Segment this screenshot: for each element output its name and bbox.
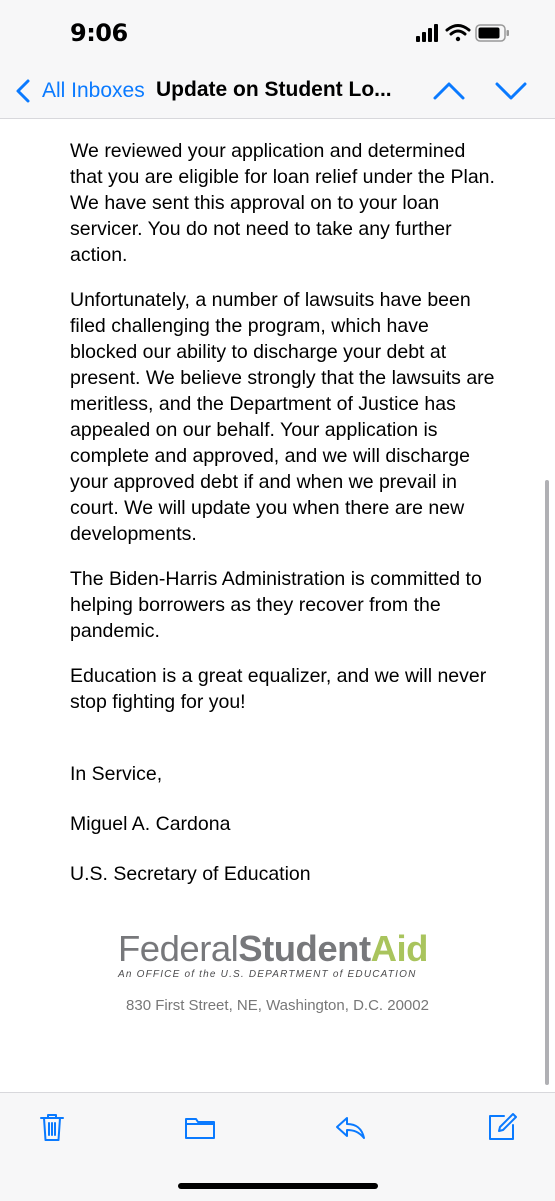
- logo-word-student: Student: [238, 928, 371, 969]
- trash-icon[interactable]: [36, 1111, 68, 1143]
- body-paragraph: The Biden-Harris Administration is commi…: [70, 568, 482, 642]
- chevron-down-icon: [495, 82, 527, 100]
- status-icons: [416, 21, 511, 47]
- footer-address: 830 First Street, NE, Washington, D.C. 2…: [0, 997, 555, 1014]
- back-to-inboxes-button[interactable]: All Inboxes: [14, 76, 145, 106]
- chevron-up-icon: [433, 82, 465, 100]
- previous-message-button[interactable]: [432, 76, 466, 106]
- message-body: We reviewed your application and determi…: [70, 138, 500, 911]
- federal-student-aid-logo: FederalStudentAid An OFFICE of the U.S. …: [118, 928, 436, 981]
- logo-word-aid: Aid: [370, 928, 429, 969]
- body-paragraph: Education is a great equalizer, and we w…: [70, 665, 487, 713]
- wifi-icon: [445, 24, 471, 42]
- chevron-left-icon: [16, 79, 30, 103]
- status-time: 9:06: [70, 19, 128, 47]
- home-indicator[interactable]: [178, 1183, 378, 1189]
- compose-icon[interactable]: [486, 1111, 518, 1143]
- next-message-button[interactable]: [494, 76, 528, 106]
- cellular-signal-icon: [416, 24, 438, 42]
- scrollbar[interactable]: [545, 480, 549, 1085]
- logo-word-federal: Federal: [118, 928, 239, 969]
- address-text: 830 First Street, NE, Washington, D.C. 2…: [126, 997, 429, 1014]
- back-label: All Inboxes: [42, 79, 145, 102]
- message-subject-title: Update on Student Lo...: [156, 78, 392, 101]
- signer-title: U.S. Secretary of Education: [70, 863, 311, 885]
- folder-icon[interactable]: [184, 1111, 216, 1143]
- body-paragraph: We reviewed your application and determi…: [70, 140, 495, 266]
- mail-navigation-bar: All Inboxes Update on Student Lo...: [0, 68, 555, 112]
- battery-icon: [475, 24, 509, 42]
- closing-line: In Service,: [70, 763, 163, 785]
- signer-name: Miguel A. Cardona: [70, 813, 231, 835]
- top-bar: 9:06 All Inboxes Update on Student Lo...: [0, 0, 555, 119]
- reply-icon[interactable]: [334, 1111, 366, 1143]
- logo-tagline: An OFFICE of the U.S. DEPARTMENT of EDUC…: [118, 969, 417, 980]
- body-paragraph: Unfortunately, a number of lawsuits have…: [70, 289, 495, 545]
